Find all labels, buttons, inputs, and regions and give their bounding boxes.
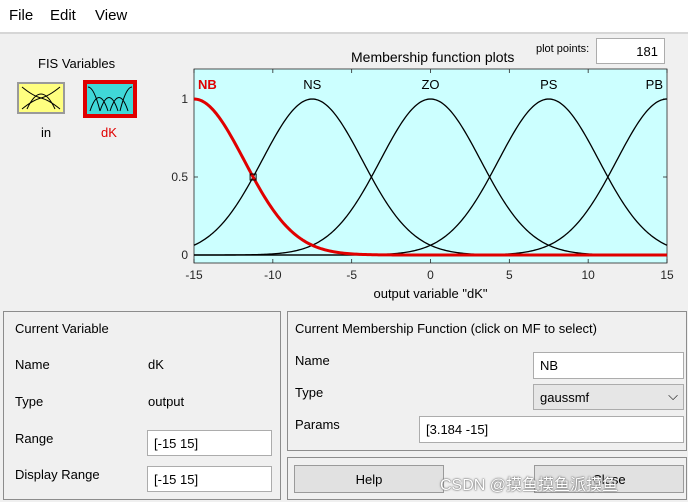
mf-type-value: gaussmf: [540, 389, 590, 405]
variable-range-label: Range: [15, 431, 54, 446]
x-tick-label: 10: [581, 268, 595, 282]
x-tick-label: -5: [346, 268, 357, 282]
range-input[interactable]: [-15 15]: [147, 430, 272, 456]
display-range-value: [-15 15]: [154, 471, 199, 487]
x-tick-label: 0: [427, 268, 434, 282]
mf-curve-zo: [194, 98, 667, 256]
mf-name-label: Name: [295, 353, 330, 368]
watermark: CSDN @摸鱼摸鱼派摸鱼: [440, 477, 619, 494]
mf-label-ps: PS: [540, 77, 558, 92]
mf-label-ns: NS: [303, 77, 321, 92]
mf-label-pb: PB: [646, 77, 663, 92]
variable-name-label: Name: [15, 357, 50, 372]
mf-params-input[interactable]: [3.184 -15]: [419, 416, 684, 443]
mf-type-label: Type: [295, 385, 324, 400]
plot-axes-frame: [193, 68, 668, 264]
chevron-down-icon: ⌵: [668, 388, 678, 403]
help-button-label: Help: [355, 471, 383, 487]
display-range-input[interactable]: [-15 15]: [147, 466, 272, 492]
mf-curve-pb: [194, 98, 668, 256]
y-tick-label: 1: [181, 92, 188, 106]
mf-type-select[interactable]: gaussmf ⌵: [533, 384, 684, 410]
variable-type-label: Type: [15, 394, 44, 409]
membership-function-chart: -15 -10 -5 0 5 10 15 0 0.5 1 output variable "dK" N…: [171, 68, 674, 301]
y-tick-label: 0: [181, 248, 188, 262]
mf-curve-ns: [193, 98, 667, 256]
mf-params-label: Params: [295, 417, 340, 432]
help-button[interactable]: Help: [294, 465, 444, 493]
variable-name-value: dK: [148, 357, 164, 372]
range-value: [-15 15]: [154, 435, 199, 451]
x-tick-label: -15: [185, 268, 203, 282]
mf-label-nb: NB: [198, 77, 217, 92]
mf-name-input[interactable]: NB: [533, 352, 684, 379]
x-tick-label: -10: [264, 268, 282, 282]
mf-curve-nb: [193, 97, 667, 257]
x-axis-label: output variable "dK": [373, 286, 487, 301]
mf-label-zo: ZO: [421, 77, 439, 92]
mf-curve-ps: [194, 98, 668, 256]
current-variable-title: Current Variable: [15, 321, 109, 336]
x-tick-label: 5: [506, 268, 513, 282]
current-mf-title: Current Membership Function (click on MF…: [295, 321, 597, 336]
y-tick-label: 0.5: [171, 170, 188, 184]
variable-type-value: output: [148, 394, 185, 409]
mf-name-value: NB: [540, 358, 559, 373]
x-tick-label: 15: [660, 268, 674, 282]
mf-params-value: [3.184 -15]: [426, 422, 489, 437]
display-range-label: Display Range: [15, 467, 100, 482]
